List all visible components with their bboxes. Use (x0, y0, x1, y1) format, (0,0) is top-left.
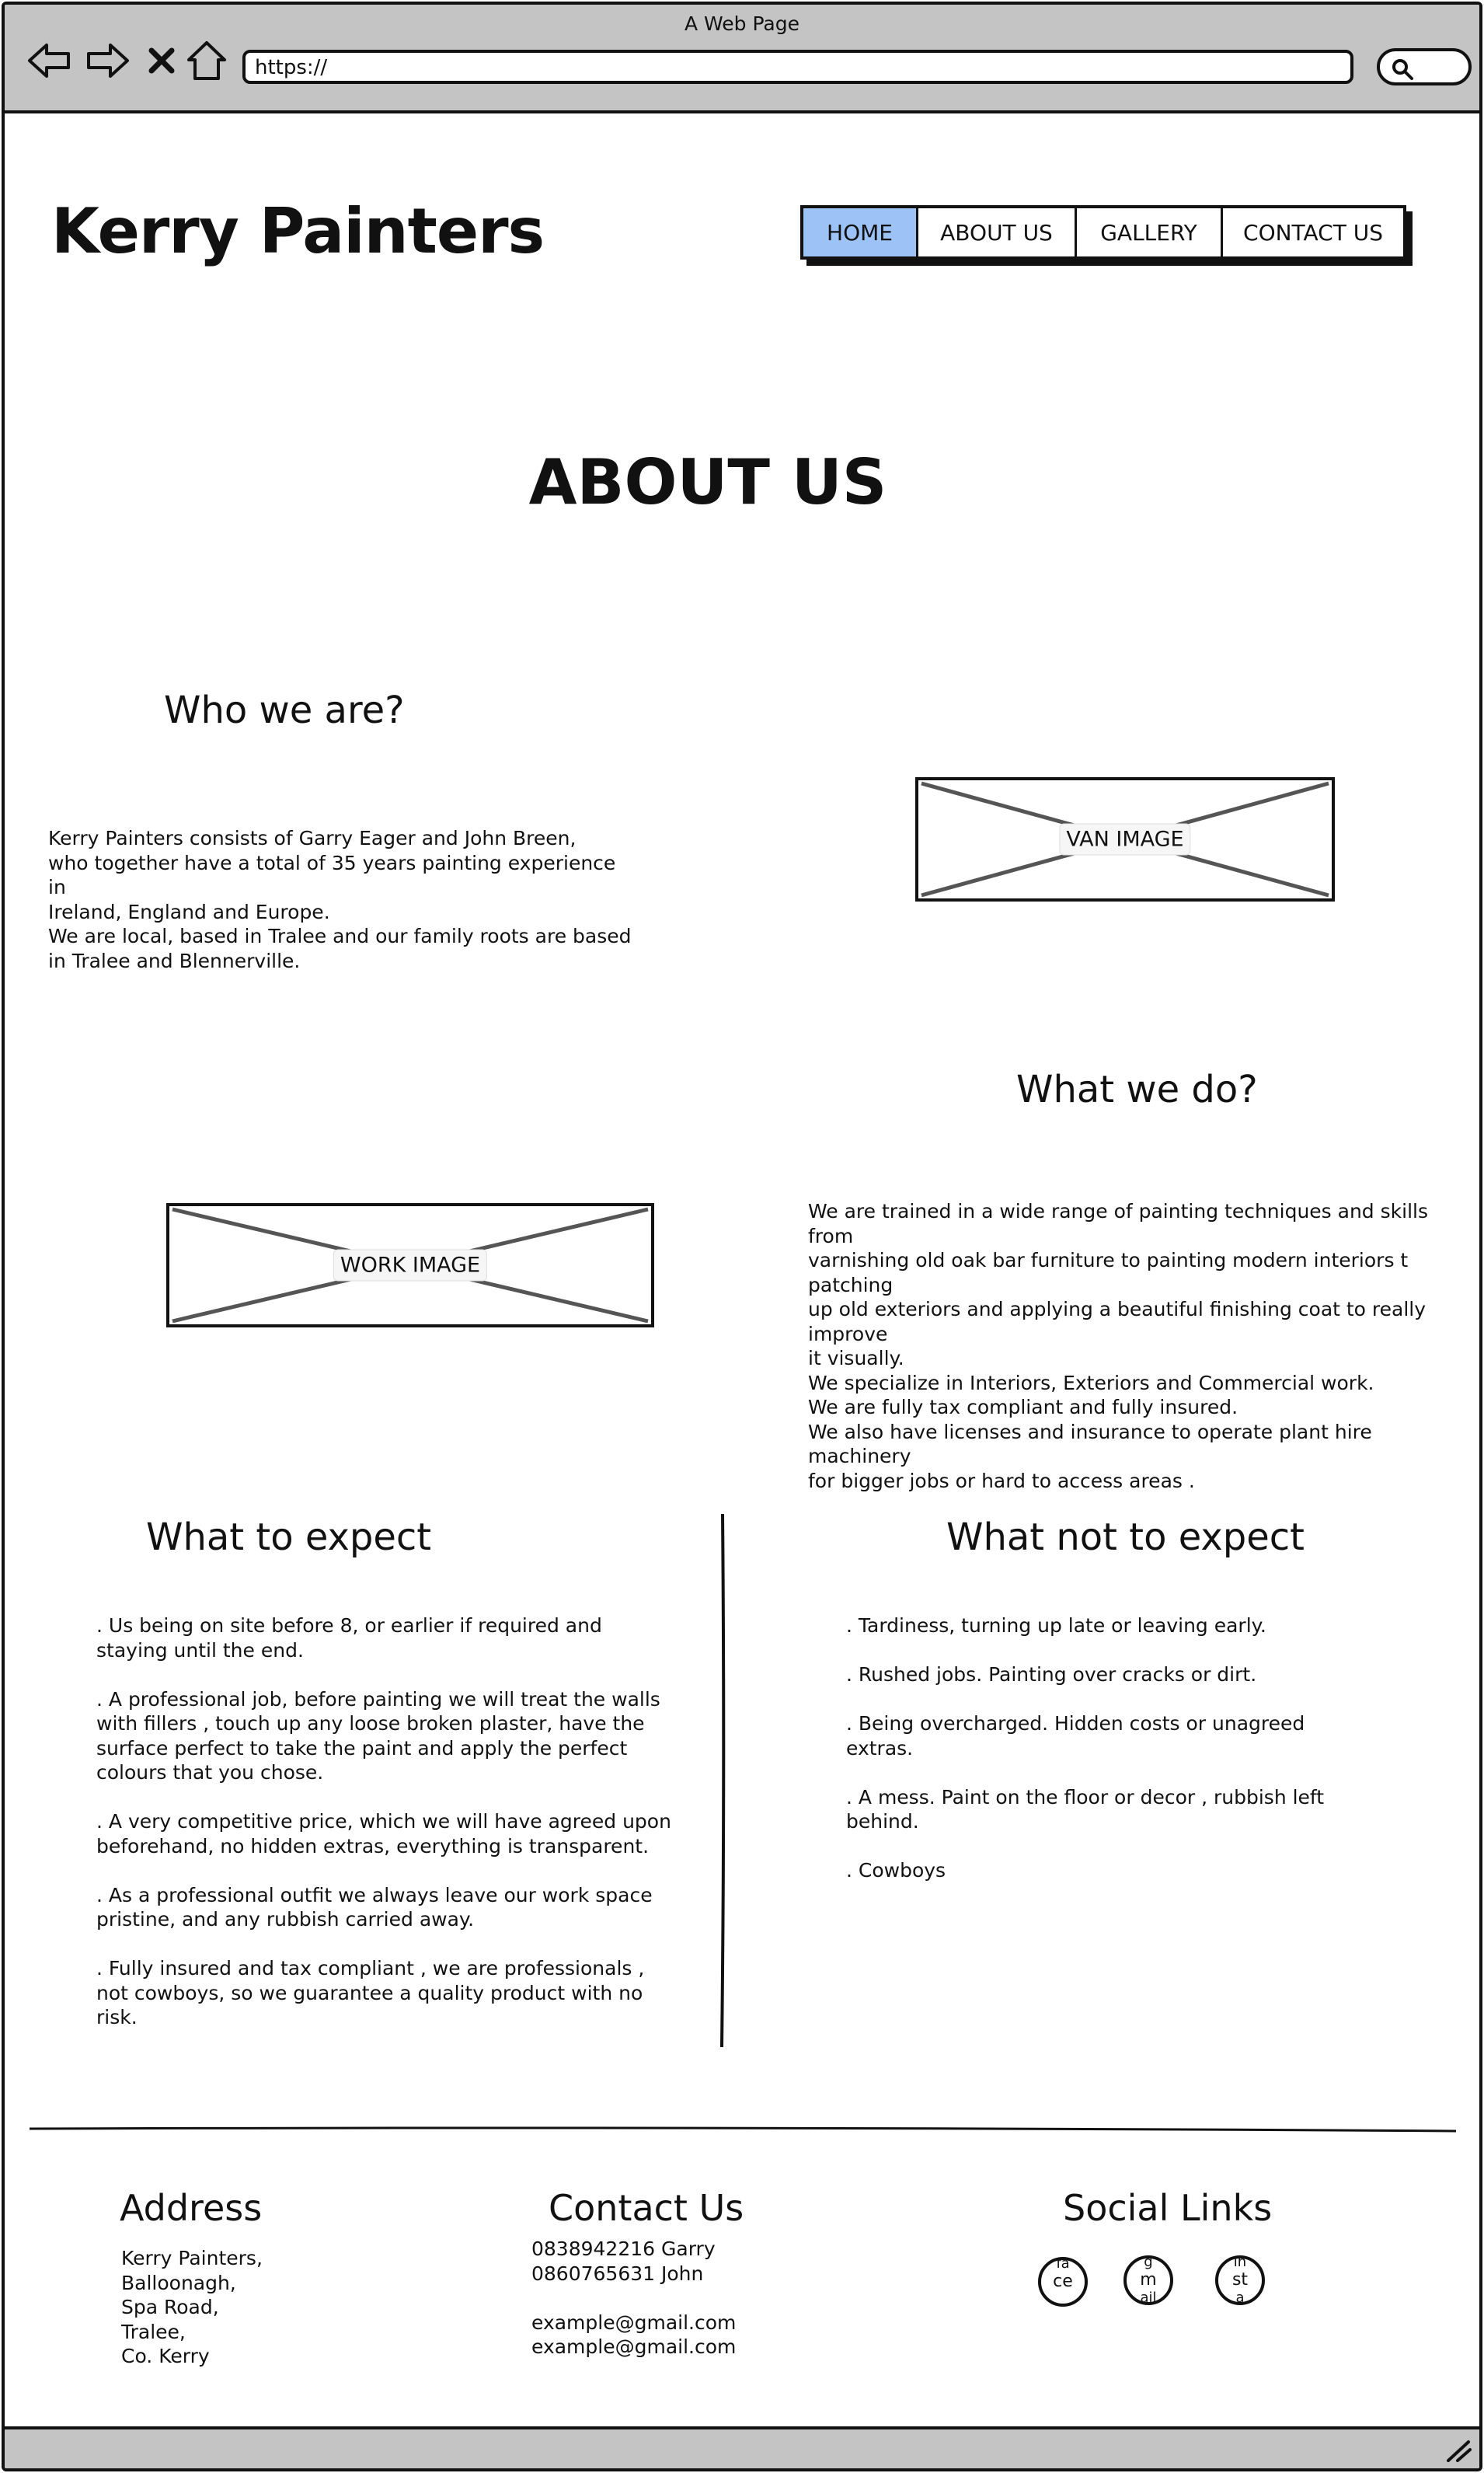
text-line: We are fully tax compliant and fully ins… (808, 1396, 1238, 1418)
browser-window: A Web Page https:// Kerry Painters HOME … (2, 2, 1482, 2471)
text-line: for bigger jobs or hard to access areas … (808, 1469, 1195, 1492)
text-line: We specialize in Interiors, Exteriors an… (808, 1371, 1374, 1394)
text-line: Kerry Painters consists of Garry Eager a… (48, 827, 577, 849)
facebook-icon[interactable]: fa ce (1038, 2257, 1088, 2307)
text-line: We are trained in a wide range of painti… (808, 1200, 1428, 1247)
work-image: WORK IMAGE (166, 1203, 654, 1327)
address-line: Kerry Painters, (121, 2247, 263, 2269)
home-icon[interactable] (183, 36, 230, 85)
phone-john[interactable]: 0860765631 John (531, 2262, 736, 2286)
list-item: . Us being on site before 8, or earlier … (96, 1614, 602, 1662)
what-we-do-text: We are trained in a wide range of painti… (808, 1199, 1476, 1493)
page-title: ABOUT US (528, 446, 887, 518)
who-we-are-heading: Who we are? (164, 689, 405, 732)
browser-status-bar (5, 2426, 1479, 2468)
text-line: who together have a total of 35 years pa… (48, 851, 616, 899)
email-link[interactable]: example@gmail.com (531, 2311, 736, 2335)
nav-item-home[interactable]: HOME (803, 208, 918, 256)
list-item: . Fully insured and tax compliant , we a… (96, 1957, 645, 2028)
email-link[interactable]: example@gmail.com (531, 2335, 736, 2360)
address-line: Balloonagh, (121, 2271, 236, 2294)
nav-item-contact-us[interactable]: CONTACT US (1223, 208, 1403, 256)
van-image-label: VAN IMAGE (1059, 823, 1191, 856)
footer-address-heading: Address (120, 2187, 263, 2229)
footer-social-heading: Social Links (1063, 2187, 1273, 2229)
list-item: . Cowboys (846, 1859, 946, 1882)
address-line: Co. Kerry (121, 2345, 210, 2367)
what-to-expect-list: . Us being on site before 8, or earlier … (96, 1613, 687, 2054)
what-to-expect-heading: What to expect (146, 1516, 432, 1559)
gmail-icon[interactable]: g m ail (1123, 2255, 1173, 2305)
resize-grip-icon[interactable] (1445, 2439, 1472, 2462)
list-item: . Rushed jobs. Painting over cracks or d… (846, 1663, 1257, 1686)
footer-address: Kerry Painters, Balloonagh, Spa Road, Tr… (121, 2246, 263, 2369)
address-line: Spa Road, (121, 2296, 219, 2318)
text-line: Ireland, England and Europe. (48, 900, 330, 923)
what-not-to-expect-list: . Tardiness, turning up late or leaving … (846, 1613, 1390, 1907)
what-not-to-expect-heading: What not to expect (946, 1516, 1305, 1559)
search-icon (1392, 59, 1413, 80)
phone-garry[interactable]: 0838942216 Garry (531, 2237, 736, 2262)
text-line: it visually. (808, 1347, 904, 1369)
footer-contact: 0838942216 Garry 0860765631 John example… (531, 2237, 736, 2360)
nav-item-about-us[interactable]: ABOUT US (918, 208, 1077, 256)
browser-toolbar: A Web Page https:// (5, 5, 1479, 113)
forward-icon[interactable] (82, 36, 132, 85)
van-image: VAN IMAGE (915, 777, 1335, 902)
footer-divider (29, 2126, 1457, 2133)
address-line: Tralee, (121, 2320, 186, 2343)
who-we-are-text: Kerry Painters consists of Garry Eager a… (48, 826, 639, 973)
what-we-do-heading: What we do? (1016, 1068, 1258, 1111)
text-line: We also have licenses and insurance to o… (808, 1420, 1372, 1468)
list-item: . A mess. Paint on the floor or decor , … (846, 1785, 1325, 1833)
list-item: . A professional job, before painting we… (96, 1687, 660, 1784)
work-image-label: WORK IMAGE (333, 1249, 488, 1282)
list-item: . A very competitive price, which we wil… (96, 1810, 671, 1857)
nav-item-gallery[interactable]: GALLERY (1077, 208, 1223, 256)
close-icon[interactable] (145, 36, 179, 85)
list-item: . As a professional outfit we always lea… (96, 1883, 653, 1931)
text-line: in Tralee and Blennerville. (48, 949, 301, 972)
site-title[interactable]: Kerry Painters (51, 195, 545, 267)
text-line: varnishing old oak bar furniture to pain… (808, 1249, 1409, 1296)
back-icon[interactable] (25, 36, 75, 85)
main-nav: HOME ABOUT US GALLERY CONTACT US (800, 205, 1406, 260)
column-divider (720, 1513, 726, 2048)
text-line: We are local, based in Tralee and our fa… (48, 925, 632, 947)
browser-search-box[interactable] (1377, 48, 1472, 85)
window-title: A Web Page (684, 12, 800, 35)
text-line: up old exteriors and applying a beautifu… (808, 1298, 1427, 1345)
list-item: . Tardiness, turning up late or leaving … (846, 1614, 1266, 1637)
instagram-icon[interactable]: in st a (1215, 2255, 1265, 2305)
list-item: . Being overcharged. Hidden costs or una… (846, 1712, 1305, 1760)
footer-contact-heading: Contact Us (549, 2187, 744, 2229)
url-bar[interactable]: https:// (242, 50, 1353, 84)
